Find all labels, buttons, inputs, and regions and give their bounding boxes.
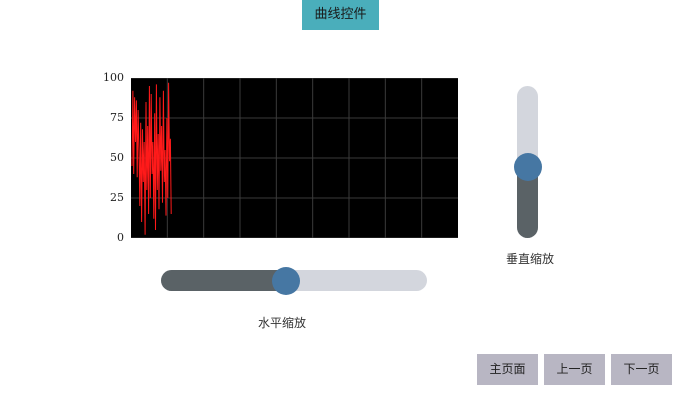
curve-plot	[131, 78, 458, 238]
page-title: 曲线控件	[302, 0, 379, 30]
prev-page-button[interactable]: 上一页	[544, 354, 605, 385]
plot-area	[131, 78, 458, 238]
horizontal-zoom-label: 水平缩放	[258, 316, 307, 330]
home-button[interactable]: 主页面	[477, 354, 538, 385]
curve-series-line	[131, 82, 172, 235]
horizontal-zoom-thumb[interactable]	[272, 267, 301, 295]
vertical-zoom-thumb[interactable]	[514, 152, 542, 181]
horizontal-zoom-fill	[161, 270, 287, 291]
y-tick-label: 100	[103, 71, 124, 84]
y-tick-label: 75	[110, 111, 124, 124]
next-page-button[interactable]: 下一页	[611, 354, 672, 385]
y-tick-label: 0	[117, 231, 124, 244]
vertical-zoom-label: 垂直缩放	[506, 252, 555, 266]
y-tick-label: 25	[110, 191, 124, 204]
curve-chart: 100 75 50 25 0	[96, 66, 466, 246]
y-tick-label: 50	[110, 151, 124, 164]
